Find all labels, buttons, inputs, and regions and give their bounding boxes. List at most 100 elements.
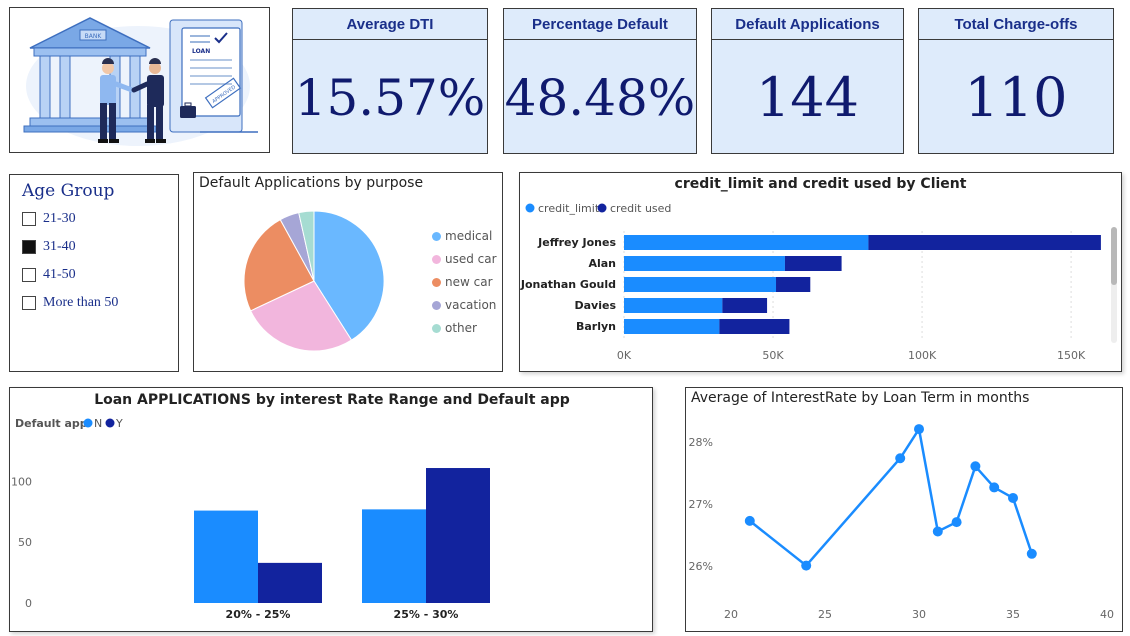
x-tick-label: 0K bbox=[617, 349, 632, 362]
x-tick-label: 35 bbox=[1006, 608, 1020, 621]
x-tick-label: 50K bbox=[762, 349, 784, 362]
legend-label: N bbox=[94, 417, 102, 430]
kpi-title: Default Applications bbox=[712, 9, 903, 40]
kpi-card-default-applications: Default Applications 144 bbox=[711, 8, 904, 154]
data-point bbox=[989, 482, 1000, 493]
bar-credit-used bbox=[784, 256, 842, 271]
slicer-item-label: 41-50 bbox=[43, 267, 76, 282]
y-tick-label: 50 bbox=[18, 536, 32, 549]
legend-title: Default app bbox=[15, 417, 88, 430]
bar-credit-used bbox=[868, 235, 1101, 250]
bank-illustration: BANK LOAN APPROVED bbox=[9, 7, 270, 153]
slicer-item-21-30[interactable]: 21-30 bbox=[22, 209, 76, 229]
column-N bbox=[362, 509, 426, 603]
data-point bbox=[951, 517, 962, 528]
bar-credit_limit bbox=[624, 298, 723, 313]
legend-dot-icon bbox=[432, 300, 441, 310]
slicer-title: Age Group bbox=[22, 181, 115, 201]
interest-rate-panel: Average of InterestRate by Loan Term in … bbox=[685, 387, 1123, 632]
legend-dot-icon bbox=[432, 323, 441, 333]
x-category-label: 25% - 30% bbox=[394, 608, 459, 621]
y-category-label: Barlyn bbox=[576, 320, 616, 333]
slicer-item-31-40[interactable]: 31-40 bbox=[22, 237, 76, 257]
slicer-item-more-than-50[interactable]: More than 50 bbox=[22, 293, 118, 313]
y-tick-label: 26% bbox=[689, 560, 713, 573]
data-point bbox=[970, 461, 981, 472]
legend-label: vacation bbox=[445, 298, 497, 312]
x-category-label: 20% - 25% bbox=[226, 608, 291, 621]
slicer-item-label: 21-30 bbox=[43, 211, 76, 226]
data-point bbox=[932, 526, 943, 537]
kpi-value: 110 bbox=[964, 66, 1068, 129]
purpose-pie-panel: Default Applications by purpose medical u… bbox=[193, 172, 503, 372]
series-line bbox=[749, 425, 1033, 568]
credit-by-client-panel: credit_limit and credit used by Client c… bbox=[519, 172, 1122, 372]
x-tick-label: 25 bbox=[818, 608, 832, 621]
x-tick-label: 30 bbox=[912, 608, 926, 621]
slicer-item-41-50[interactable]: 41-50 bbox=[22, 265, 76, 285]
bar-credit_limit bbox=[624, 235, 869, 250]
kpi-card-percentage-default: Percentage Default 48.48% bbox=[503, 8, 697, 154]
pie-chart bbox=[243, 210, 385, 352]
scrollbar-thumb[interactable] bbox=[1111, 227, 1117, 285]
y-category-label: Jonathan Gould bbox=[520, 278, 616, 291]
legend-dot-icon bbox=[432, 277, 441, 287]
y-category-label: Alan bbox=[588, 257, 616, 270]
kpi-card-total-charge-offs: Total Charge-offs 110 bbox=[918, 8, 1114, 154]
column-Y bbox=[258, 562, 322, 603]
slicer-item-label: 31-40 bbox=[43, 239, 76, 254]
kpi-title: Average DTI bbox=[293, 9, 487, 40]
checkbox[interactable] bbox=[22, 268, 36, 282]
data-point bbox=[801, 560, 812, 571]
loan-column-chart: Loan APPLICATIONS by interest Rate Range… bbox=[11, 392, 570, 621]
checkbox[interactable] bbox=[22, 212, 36, 226]
legend-label: other bbox=[445, 321, 477, 335]
kpi-title: Percentage Default bbox=[504, 9, 696, 40]
legend-dot-icon bbox=[525, 203, 535, 213]
y-category-label: Davies bbox=[574, 299, 616, 312]
legend-label: credit used bbox=[610, 202, 671, 215]
legend-dot-icon bbox=[432, 231, 441, 241]
bar-credit_limit bbox=[624, 256, 785, 271]
legend-label: credit_limit bbox=[538, 202, 600, 215]
legend-label: new car bbox=[445, 275, 493, 289]
legend-dot-icon bbox=[597, 203, 607, 213]
kpi-card-average-dti: Average DTI 15.57% bbox=[292, 8, 488, 154]
y-tick-label: 28% bbox=[689, 436, 713, 449]
legend-item[interactable]: medical bbox=[432, 229, 492, 243]
data-point bbox=[1008, 492, 1018, 503]
y-tick-label: 27% bbox=[689, 498, 713, 511]
checkbox[interactable] bbox=[22, 240, 36, 254]
y-tick-label: 100 bbox=[11, 475, 32, 488]
slicer-item-label: More than 50 bbox=[43, 295, 119, 310]
interest-line-chart: 26% 27% 28% 20 25 30 35 40 bbox=[689, 424, 1114, 621]
data-point bbox=[914, 424, 924, 435]
bank-loan-illustration-icon: BANK LOAN APPROVED bbox=[23, 17, 258, 146]
bar-credit-used bbox=[722, 298, 768, 313]
x-tick-label: 40 bbox=[1100, 608, 1114, 621]
y-tick-label: 0 bbox=[25, 597, 32, 610]
legend-dot-icon bbox=[83, 418, 93, 428]
legend-label: used car bbox=[445, 252, 497, 266]
legend-item[interactable]: vacation bbox=[432, 298, 496, 312]
svg-text:LOAN: LOAN bbox=[192, 48, 210, 55]
legend-item[interactable]: used car bbox=[432, 252, 497, 266]
bar-credit-used bbox=[776, 277, 811, 292]
kpi-value: 15.57% bbox=[294, 69, 486, 127]
legend-item[interactable]: new car bbox=[432, 275, 493, 289]
credit-bar-chart: credit_limit credit used 0K 50K 100K 150K Jeff… bbox=[520, 202, 1117, 362]
x-tick-label: 100K bbox=[908, 349, 937, 362]
data-point bbox=[895, 453, 906, 464]
legend-item[interactable]: other bbox=[432, 321, 477, 335]
kpi-value: 48.48% bbox=[504, 69, 696, 127]
column-Y bbox=[426, 468, 490, 603]
data-point bbox=[744, 515, 755, 526]
legend-label: medical bbox=[445, 229, 493, 243]
x-tick-label: 20 bbox=[724, 608, 738, 621]
checkbox[interactable] bbox=[22, 296, 36, 310]
legend-dot-icon bbox=[432, 254, 441, 264]
chart-title: Loan APPLICATIONS by interest Rate Range… bbox=[94, 392, 570, 408]
x-tick-label: 150K bbox=[1057, 349, 1086, 362]
age-group-slicer: Age Group 21-30 31-40 41-50 More than 50 bbox=[9, 174, 179, 372]
legend-label: Y bbox=[115, 417, 123, 430]
